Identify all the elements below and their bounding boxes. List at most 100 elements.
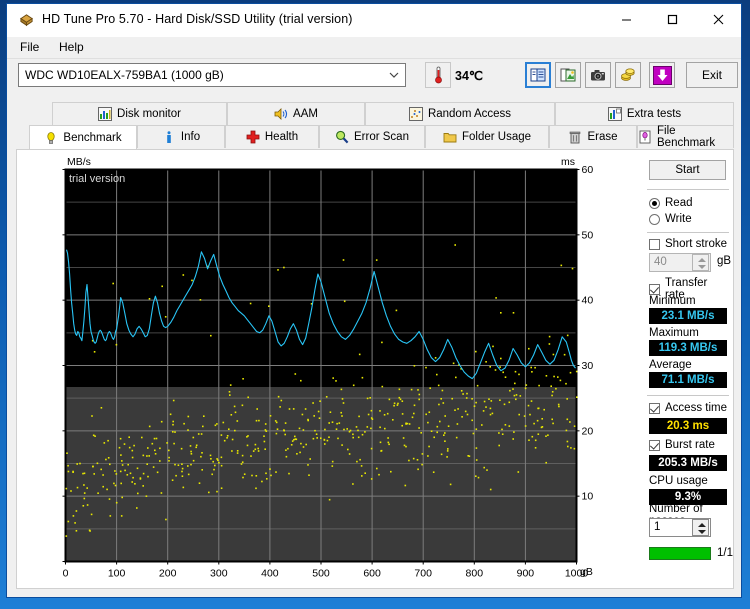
tab-benchmark[interactable]: Benchmark	[29, 125, 137, 149]
menu-file[interactable]: File	[13, 40, 46, 54]
info-icon	[162, 130, 176, 144]
menu-help-label: Help	[59, 40, 84, 54]
menu-file-label: File	[20, 40, 40, 54]
tab-info-label: Info	[180, 131, 201, 143]
short-stroke-unit: gB	[717, 255, 732, 267]
radio-write[interactable]: Write	[649, 213, 692, 225]
radio-read[interactable]: Read	[649, 197, 693, 209]
download-arrow-icon-button[interactable]	[649, 62, 675, 88]
x-axis-unit-label: gB	[580, 566, 593, 578]
tab-file-benchmark-label: File Benchmark	[657, 125, 716, 149]
maximize-icon	[667, 14, 677, 25]
tab-file-benchmark[interactable]: File Benchmark	[637, 125, 734, 149]
thermometer-icon	[434, 66, 442, 84]
bar-chart-icon	[98, 107, 113, 121]
checkbox-transfer-rate-icon	[649, 283, 660, 295]
passes-stepper-up-icon	[698, 523, 706, 527]
divider-3	[647, 395, 729, 396]
checkbox-access-time-icon	[649, 402, 660, 414]
average-label: Average	[649, 359, 692, 371]
camera-icon-button[interactable]	[585, 62, 611, 88]
tab-error-scan-label: Error Scan	[354, 131, 409, 143]
start-button-label: Start	[675, 164, 700, 176]
maximum-value: 119.3 MB/s	[649, 340, 727, 356]
tab-aam-label: AAM	[293, 108, 318, 120]
maximize-button[interactable]	[649, 4, 695, 35]
tab-random-access[interactable]: Random Access	[365, 102, 555, 125]
extra-chart-icon	[607, 107, 622, 121]
progress-text: 1/1	[717, 547, 733, 559]
svg-text:0: 0	[63, 568, 69, 580]
svg-text:700: 700	[414, 568, 432, 580]
drive-select-value: WDC WD10EALX-759BA1 (1000 gB)	[25, 68, 224, 82]
close-icon	[713, 14, 723, 25]
chevron-down-icon	[389, 72, 399, 78]
copy-image-icon-button[interactable]	[555, 62, 581, 88]
gold-coins-icon-button[interactable]	[615, 62, 641, 88]
radio-read-icon	[649, 197, 660, 209]
tab-extra-tests-label: Extra tests	[626, 108, 682, 120]
progress-bar	[649, 547, 711, 560]
svg-text:200: 200	[159, 568, 177, 580]
cpu-usage-label: CPU usage	[649, 475, 708, 487]
y2-axis-label: ms	[561, 156, 575, 168]
thermometer-button[interactable]	[425, 62, 451, 88]
radio-write-icon	[649, 213, 660, 225]
checkbox-burst-rate-label: Burst rate	[665, 439, 715, 451]
tab-health[interactable]: Health	[225, 125, 319, 148]
copy-text-icon-button[interactable]	[525, 62, 551, 88]
svg-text:75: 75	[49, 360, 61, 372]
svg-text:900: 900	[517, 568, 535, 580]
folder-icon	[443, 130, 457, 144]
tab-row-bottom: Benchmark Info Health Error Scan Folder …	[16, 125, 734, 149]
bulb-icon	[44, 131, 58, 145]
exit-button[interactable]: Exit	[686, 62, 738, 88]
checkbox-short-stroke-label: Short stroke	[665, 238, 727, 250]
passes-stepper[interactable]	[692, 519, 709, 536]
title-bar: HD Tune Pro 5.70 - Hard Disk/SSD Utility…	[7, 4, 741, 37]
start-button[interactable]: Start	[649, 160, 726, 180]
y2-axis-tick-labels: 10 20 30 40 50 60	[576, 164, 594, 503]
svg-text:60: 60	[582, 164, 594, 176]
benchmark-chart: trial version MB/s ms 0 25 50 75 100 125 150 1…	[29, 155, 624, 580]
close-button[interactable]	[695, 4, 741, 35]
stepper-down-icon	[698, 265, 706, 269]
tab-aam[interactable]: AAM	[227, 102, 365, 125]
stepper-up-icon	[698, 258, 706, 262]
tab-erase[interactable]: Erase	[549, 125, 637, 148]
checkbox-burst-rate[interactable]: Burst rate	[649, 439, 715, 451]
svg-text:40: 40	[582, 295, 594, 307]
minimize-button[interactable]	[603, 4, 649, 35]
access-time-value: 20.3 ms	[649, 418, 727, 434]
x-axis-tick-labels: 0 100 200 300 400 500 600 700 800 900 1000	[63, 568, 589, 580]
minimum-label: Minimum	[649, 295, 696, 307]
menu-help[interactable]: Help	[52, 40, 91, 54]
tab-disk-monitor-label: Disk monitor	[117, 108, 181, 120]
exit-button-label: Exit	[701, 68, 722, 82]
drive-select[interactable]: WDC WD10EALX-759BA1 (1000 gB)	[18, 63, 406, 87]
svg-text:25: 25	[49, 491, 61, 503]
checkbox-access-time[interactable]: Access time	[649, 402, 727, 414]
chart-svg: trial version MB/s ms 0255075100125150 1…	[43, 156, 594, 580]
svg-text:125: 125	[43, 229, 61, 241]
short-stroke-stepper[interactable]	[692, 254, 709, 271]
tab-disk-monitor[interactable]: Disk monitor	[52, 102, 227, 125]
tab-bar: Disk monitor AAM Random Access Extra tes…	[16, 102, 734, 149]
minimum-value: 23.1 MB/s	[649, 308, 727, 324]
divider-2	[647, 232, 729, 233]
tab-erase-label: Erase	[587, 131, 618, 143]
maximum-label: Maximum	[649, 327, 699, 339]
app-logo-icon	[20, 14, 33, 27]
svg-text:100: 100	[43, 295, 61, 307]
tab-folder-usage[interactable]: Folder Usage	[425, 125, 549, 148]
tab-extra-tests[interactable]: Extra tests	[555, 102, 734, 125]
y-axis-label: MB/s	[67, 156, 91, 168]
minimize-icon	[621, 19, 631, 21]
checkbox-short-stroke[interactable]: Short stroke	[649, 238, 727, 250]
tab-info[interactable]: Info	[137, 125, 225, 148]
svg-text:600: 600	[363, 568, 381, 580]
svg-text:500: 500	[312, 568, 330, 580]
tab-error-scan[interactable]: Error Scan	[319, 125, 425, 148]
svg-text:400: 400	[261, 568, 279, 580]
burst-rate-value: 205.3 MB/s	[649, 455, 727, 471]
